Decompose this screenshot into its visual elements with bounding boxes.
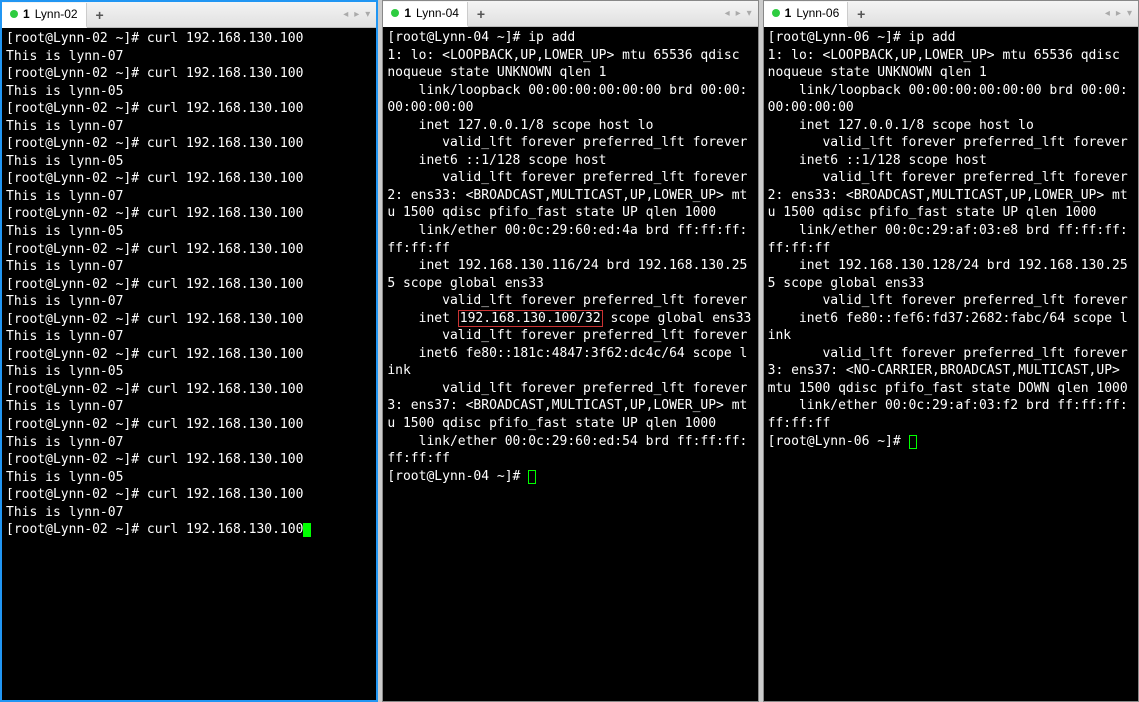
add-tab-button[interactable]: + (850, 3, 872, 25)
dropdown-icon[interactable]: ▾ (363, 9, 372, 20)
tab-nav-arrows: ◂ ▸ ▾ (341, 9, 376, 20)
status-dot-icon (391, 9, 399, 17)
tab-lynn-06[interactable]: 1 Lynn-06 (764, 2, 849, 27)
tab-title: Lynn-04 (416, 6, 459, 20)
tab-bar: 1 Lynn-06 + ◂ ▸ ▾ (764, 1, 1138, 27)
cursor-icon (303, 523, 311, 537)
terminal-body-lynn-06[interactable]: [root@Lynn-06 ~]# ip add 1: lo: <LOOPBAC… (764, 27, 1138, 701)
terminal-body-lynn-02[interactable]: [root@Lynn-02 ~]# curl 192.168.130.100 T… (2, 28, 376, 700)
tab-nav-arrows: ◂ ▸ ▾ (723, 8, 758, 19)
cursor-icon (528, 470, 536, 484)
chevron-left-icon[interactable]: ◂ (341, 9, 350, 20)
chevron-right-icon[interactable]: ▸ (734, 8, 743, 19)
tab-number: 1 (404, 6, 411, 20)
chevron-left-icon[interactable]: ◂ (1103, 8, 1112, 19)
tab-number: 1 (23, 7, 30, 21)
terminal-body-lynn-04[interactable]: [root@Lynn-04 ~]# ip add 1: lo: <LOOPBAC… (383, 27, 757, 701)
status-dot-icon (772, 9, 780, 17)
tab-nav-arrows: ◂ ▸ ▾ (1103, 8, 1138, 19)
status-dot-icon (10, 10, 18, 18)
tab-title: Lynn-06 (796, 6, 839, 20)
highlighted-ip: 192.168.130.100/32 (458, 310, 603, 327)
chevron-left-icon[interactable]: ◂ (723, 8, 732, 19)
chevron-right-icon[interactable]: ▸ (1114, 8, 1123, 19)
dropdown-icon[interactable]: ▾ (1125, 8, 1134, 19)
dropdown-icon[interactable]: ▾ (745, 8, 754, 19)
add-tab-button[interactable]: + (89, 4, 111, 26)
cursor-icon (909, 435, 917, 449)
chevron-right-icon[interactable]: ▸ (352, 9, 361, 20)
terminal-pane-lynn-06: 1 Lynn-06 + ◂ ▸ ▾ [root@Lynn-06 ~]# ip a… (763, 0, 1139, 702)
tab-number: 1 (785, 6, 792, 20)
terminal-pane-lynn-04: 1 Lynn-04 + ◂ ▸ ▾ [root@Lynn-04 ~]# ip a… (382, 0, 758, 702)
tab-title: Lynn-02 (35, 7, 78, 21)
tab-lynn-04[interactable]: 1 Lynn-04 (383, 2, 468, 27)
tab-lynn-02[interactable]: 1 Lynn-02 (2, 3, 87, 28)
tab-bar: 1 Lynn-02 + ◂ ▸ ▾ (2, 2, 376, 28)
tab-bar: 1 Lynn-04 + ◂ ▸ ▾ (383, 1, 757, 27)
terminal-pane-lynn-02: 1 Lynn-02 + ◂ ▸ ▾ [root@Lynn-02 ~]# curl… (0, 0, 378, 702)
add-tab-button[interactable]: + (470, 3, 492, 25)
